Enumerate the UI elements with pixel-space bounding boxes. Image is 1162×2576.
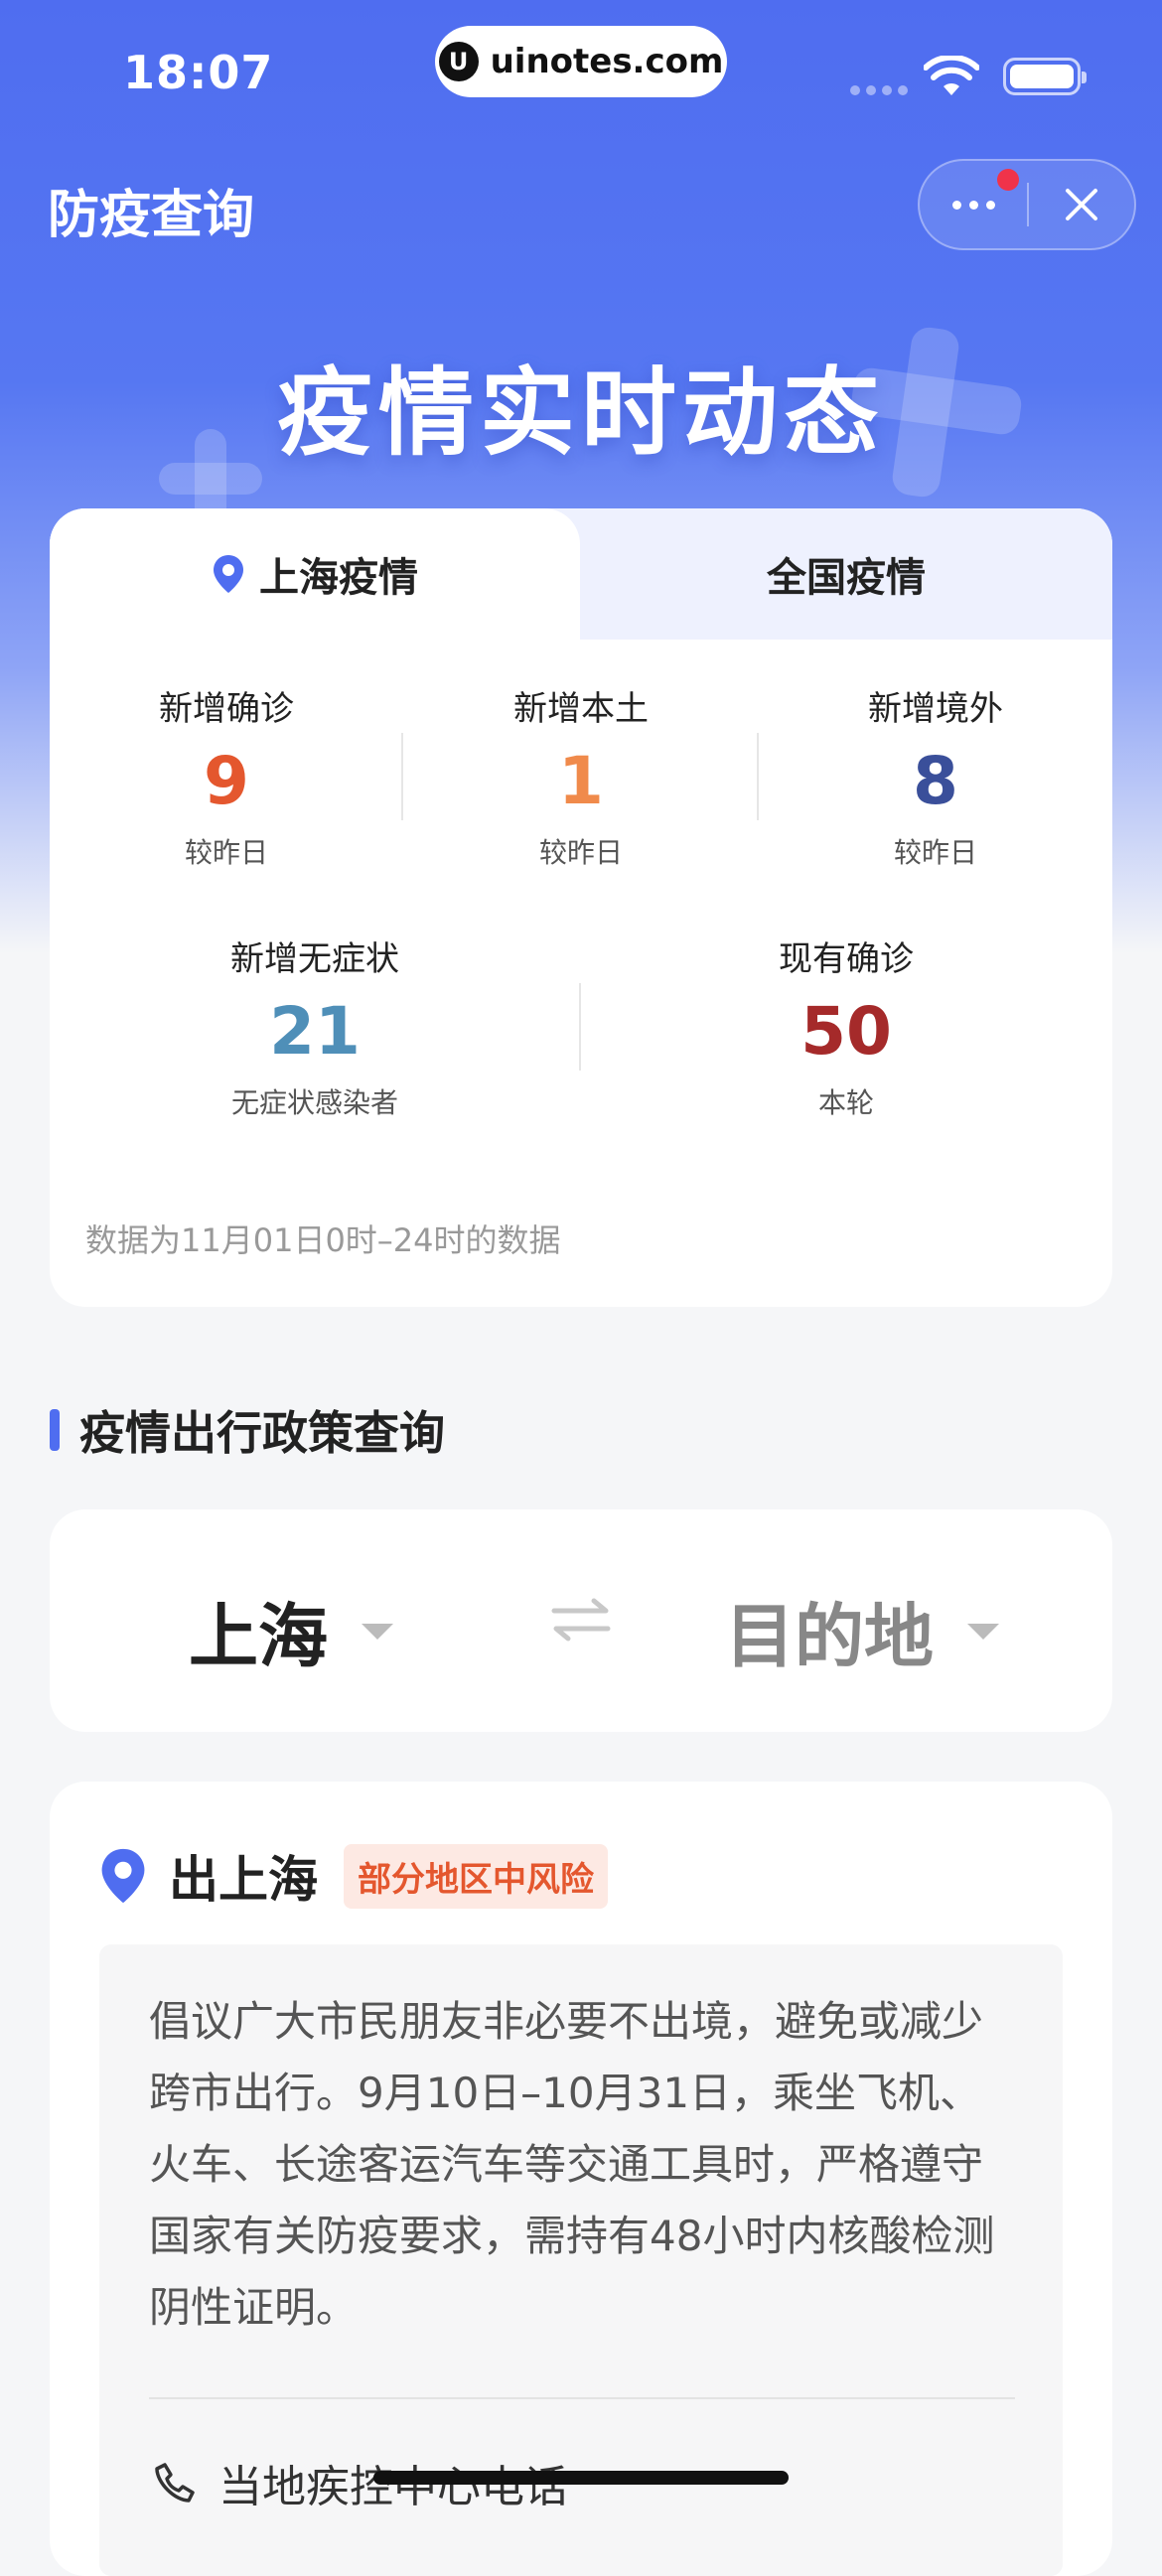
stats-card: 上海疫情 全国疫情 新增确诊 9 较昨日 新增本土 1 较昨日 新增境外 8 较… [50,508,1112,1307]
wifi-icon [924,56,979,95]
stat-sub: 无症状感染者 [230,1086,398,1119]
stat-sub: 较昨日 [538,836,623,869]
stat-label: 现有确诊 [779,939,914,979]
stat-value: 9 [204,743,249,819]
origin-select[interactable]: 上海 [189,1581,393,1681]
stat-label: 新增本土 [513,689,649,729]
hero-title: 疫情实时动态 [277,358,885,469]
tab-national-label: 全国疫情 [767,555,926,601]
status-time: 18:07 [123,46,274,99]
policy-city: 出上海 [169,1851,318,1909]
url-pill[interactable]: U uinotes.com [435,26,727,97]
chevron-down-icon [967,1623,999,1640]
notification-dot [997,169,1019,191]
route-selector: 上海 目的地 [50,1509,1112,1732]
stat-sub: 较昨日 [184,836,268,869]
stat-label: 新增确诊 [159,689,294,729]
risk-badge: 部分地区中风险 [344,1843,608,1909]
section-title: 疫情出行政策查询 [50,1400,445,1460]
policy-text: 倡议广大市民朋友非必要不出境，避免或减少跨市出行。9月10日–10月31日，乘坐… [149,1997,995,2332]
close-icon [1066,189,1097,220]
section-accent-bar [50,1409,60,1451]
section-title-text: 疫情出行政策查询 [79,1406,445,1460]
location-pin-icon [214,555,243,593]
stat-current-confirmed: 现有确诊 50 本轮 [580,931,1112,1121]
stat-value: 21 [269,993,361,1070]
tab-shanghai[interactable]: 上海疫情 [50,508,580,640]
location-pin-icon [101,1848,145,1904]
stat-new-imported: 新增境外 8 较昨日 [759,681,1112,871]
stat-sub: 本轮 [817,1086,874,1119]
stat-value: 50 [800,993,892,1070]
home-indicator [373,2471,789,2485]
stat-label: 新增无症状 [230,939,399,979]
page-title: 防疫查询 [48,186,255,245]
stat-new-confirmed: 新增确诊 9 较昨日 [50,681,403,871]
phone-icon [155,2463,195,2503]
stat-new-asymptomatic: 新增无症状 21 无症状感染者 [50,931,580,1121]
stat-sub: 较昨日 [893,836,977,869]
tab-national[interactable]: 全国疫情 [580,508,1112,640]
site-logo-icon: U [438,42,479,81]
region-tabs: 上海疫情 全国疫情 [50,508,1112,640]
stat-value: 8 [913,743,958,819]
destination-value: 目的地 [725,1596,934,1677]
tab-shanghai-label: 上海疫情 [259,555,418,601]
stat-label: 新增境外 [868,689,1003,729]
more-dots-icon [951,200,995,210]
destination-select[interactable]: 目的地 [725,1581,999,1681]
policy-header: 出上海 部分地区中风险 [97,1843,608,1909]
divider [149,2397,1015,2399]
more-button[interactable] [920,161,1027,248]
origin-value: 上海 [189,1596,328,1677]
close-button[interactable] [1029,161,1134,248]
mini-program-capsule [918,159,1136,250]
signal-icon [850,85,908,95]
policy-card: 出上海 部分地区中风险 倡议广大市民朋友非必要不出境，避免或减少跨市出行。9月1… [50,1782,1112,2576]
stat-new-local: 新增本土 1 较昨日 [403,681,759,871]
swap-arrows-icon[interactable] [550,1589,612,1650]
battery-icon [1003,58,1087,95]
data-note: 数据为11月01日0时–24时的数据 [85,1221,561,1259]
stat-value: 1 [558,743,604,819]
url-text: uinotes.com [490,42,724,81]
chevron-down-icon [362,1623,393,1640]
status-bar: 18:07 U uinotes.com [0,0,1162,139]
